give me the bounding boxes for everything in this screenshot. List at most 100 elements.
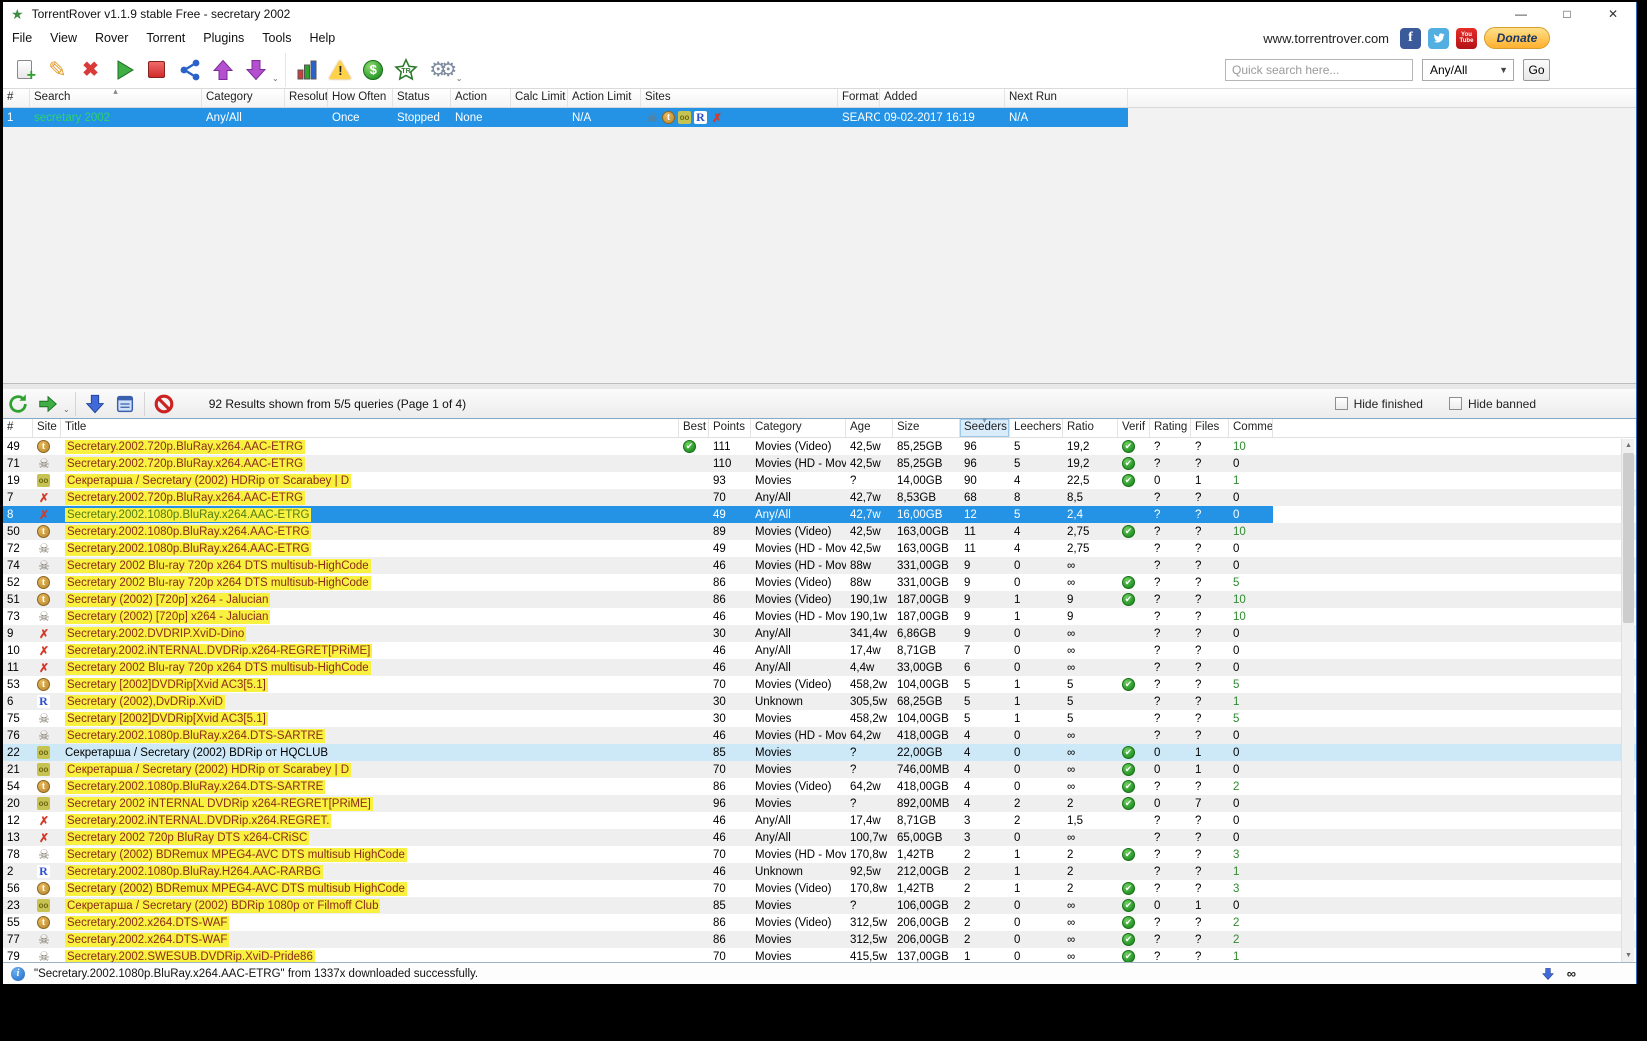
searches-col-category[interactable]: Category (202, 89, 285, 107)
stop-search-button[interactable] (140, 54, 173, 85)
result-row-76[interactable]: 76☠Secretary.2002.1080p.BluRay.x264.DTS-… (3, 727, 1636, 744)
toolbar-overflow2-icon[interactable]: ⌄ (456, 74, 463, 83)
result-row-71[interactable]: 71☠Secretary.2002.720p.BluRay.x264.AAC-E… (3, 455, 1636, 472)
results-col-seeders[interactable]: Seeders (960, 419, 1010, 437)
menu-view[interactable]: View (41, 27, 86, 49)
result-row-13[interactable]: 13✗Secretary 2002 720p BluRay DTS x264-C… (3, 829, 1636, 846)
run-search-button[interactable] (107, 54, 140, 85)
ban-button[interactable] (149, 390, 179, 417)
results-col-category[interactable]: Category (751, 419, 846, 437)
result-row-77[interactable]: 77☠Secretary.2002.x264.DTS-WAF86Movies31… (3, 931, 1636, 948)
results-col-col[interactable]: # (3, 419, 33, 437)
scrollbar-thumb[interactable] (1623, 453, 1634, 623)
cash-button[interactable]: $ (357, 54, 390, 85)
results-col-age[interactable]: Age (846, 419, 893, 437)
results-col-points[interactable]: Points (709, 419, 751, 437)
menu-file[interactable]: File (3, 27, 41, 49)
result-row-72[interactable]: 72☠Secretary.2002.1080p.BluRay.x264.AAC-… (3, 540, 1636, 557)
menu-help[interactable]: Help (300, 27, 344, 49)
result-row-53[interactable]: 53tSecretary [2002]DVDRip[Xvid AC3[5.1]7… (3, 676, 1636, 693)
hide-banned-checkbox[interactable]: Hide banned (1449, 397, 1536, 411)
searches-col-formats[interactable]: Formats (838, 89, 880, 107)
move-up-button[interactable] (206, 54, 239, 85)
torrentrover-logo-button[interactable]: TR (390, 54, 423, 85)
minimize-button[interactable]: — (1498, 2, 1544, 25)
results-col-leechers[interactable]: Leechers (1010, 419, 1063, 437)
results-col-size[interactable]: Size (893, 419, 960, 437)
download-button[interactable] (80, 390, 110, 417)
searches-col-calc-limit[interactable]: Calc Limit (511, 89, 568, 107)
results-col-comments[interactable]: Comments (1229, 419, 1273, 437)
searches-col-resolution[interactable]: Resolution (285, 89, 328, 107)
result-row-2[interactable]: 2RSecretary.2002.1080p.BluRay.H264.AAC-R… (3, 863, 1636, 880)
hide-finished-checkbox[interactable]: Hide finished (1335, 397, 1423, 411)
results-col-files[interactable]: Files (1191, 419, 1229, 437)
result-row-51[interactable]: 51tSecretary (2002) [720p] x264 - Jaluci… (3, 591, 1636, 608)
result-row-54[interactable]: 54tSecretary.2002.1080p.BluRay.x264.DTS-… (3, 778, 1636, 795)
alerts-button[interactable] (324, 54, 357, 85)
scroll-down-icon[interactable]: ▼ (1622, 949, 1635, 962)
menu-torrent[interactable]: Torrent (137, 27, 194, 49)
edit-search-button[interactable]: ✎ (41, 54, 74, 85)
result-row-79[interactable]: 79☠Secretary.2002.SWESUB.DVDRip.XviD-Pri… (3, 948, 1636, 962)
result-row-7[interactable]: 7✗Secretary.2002.720p.BluRay.x264.AAC-ET… (3, 489, 1636, 506)
menu-rover[interactable]: Rover (86, 27, 137, 49)
result-row-20[interactable]: 20ooSecretary 2002 iNTERNAL DVDRip x264-… (3, 795, 1636, 812)
result-row-19[interactable]: 19ooСекретарша / Secretary (2002) HDRip … (3, 472, 1636, 489)
search-row[interactable]: 1secretary 2002Any/AllOnceStoppedNoneN/A… (3, 108, 1636, 127)
result-row-49[interactable]: 49tSecretary.2002.720p.BluRay.x264.AAC-E… (3, 438, 1636, 455)
result-row-55[interactable]: 55tSecretary.2002.x264.DTS-WAF86Movies (… (3, 914, 1636, 931)
searches-col-status[interactable]: Status (393, 89, 451, 107)
close-button[interactable]: ✕ (1590, 2, 1636, 25)
delete-search-button[interactable]: ✖ (74, 54, 107, 85)
result-row-11[interactable]: 11✗Secretary 2002 Blu-ray 720p x264 DTS … (3, 659, 1636, 676)
twitter-icon[interactable] (1428, 28, 1449, 49)
results-scrollbar[interactable]: ▲ ▼ (1621, 439, 1634, 962)
results-col-ratio[interactable]: Ratio (1063, 419, 1118, 437)
result-row-22[interactable]: 22ooСекретарша / Secretary (2002) BDRip … (3, 744, 1636, 761)
quick-search-input[interactable] (1225, 59, 1413, 81)
category-dropdown[interactable]: Any/All ▼ (1422, 59, 1514, 81)
result-row-78[interactable]: 78☠Secretary (2002) BDRemux MPEG4-AVC DT… (3, 846, 1636, 863)
menu-tools[interactable]: Tools (253, 27, 300, 49)
share-button[interactable] (173, 54, 206, 85)
result-row-74[interactable]: 74☠Secretary 2002 Blu-ray 720p x264 DTS … (3, 557, 1636, 574)
searches-col-action-limit[interactable]: Action Limit (568, 89, 641, 107)
result-row-50[interactable]: 50tSecretary.2002.1080p.BluRay.x264.AAC-… (3, 523, 1636, 540)
result-row-6[interactable]: 6RSecretary (2002),DvDRip.XviD30Unknown3… (3, 693, 1636, 710)
searches-col-col[interactable]: # (3, 89, 30, 107)
continue-search-button[interactable] (33, 390, 63, 417)
result-row-12[interactable]: 12✗Secretary.2002.iNTERNAL.DVDRip.x264.R… (3, 812, 1636, 829)
results-col-rating[interactable]: Rating (1150, 419, 1191, 437)
result-row-8[interactable]: 8✗Secretary.2002.1080p.BluRay.x264.AAC-E… (3, 506, 1636, 523)
searches-col-sites[interactable]: Sites (641, 89, 838, 107)
result-row-52[interactable]: 52tSecretary 2002 Blu-ray 720p x264 DTS … (3, 574, 1636, 591)
searches-col-added[interactable]: Added (880, 89, 1005, 107)
results-col-title[interactable]: Title (61, 419, 679, 437)
statistics-button[interactable] (291, 54, 324, 85)
refresh-results-button[interactable] (3, 390, 33, 417)
move-down-button[interactable] (239, 54, 272, 85)
result-row-56[interactable]: 56tSecretary (2002) BDRemux MPEG4-AVC DT… (3, 880, 1636, 897)
toolbar-overflow-icon[interactable]: ⌄ (272, 74, 279, 83)
results-col-verif[interactable]: Verif (1118, 419, 1150, 437)
scroll-up-icon[interactable]: ▲ (1622, 439, 1635, 452)
result-row-21[interactable]: 21ooСекретарша / Secretary (2002) HDRip … (3, 761, 1636, 778)
searches-col-next-run[interactable]: Next Run (1005, 89, 1128, 107)
result-row-73[interactable]: 73☠Secretary (2002) [720p] x264 - Jaluci… (3, 608, 1636, 625)
searches-col-how-often[interactable]: How Often (328, 89, 393, 107)
settings-button[interactable]: ⚙⚙ (423, 54, 456, 85)
website-link[interactable]: www.torrentrover.com (1263, 31, 1389, 46)
go-button[interactable]: Go (1523, 59, 1550, 81)
continue-dropdown-icon[interactable]: ⌄ (63, 405, 70, 414)
result-row-23[interactable]: 23ooСекретарша / Secretary (2002) BDRip … (3, 897, 1636, 914)
result-row-9[interactable]: 9✗Secretary.2002.DVDRIP.XviD-Dino30Any/A… (3, 625, 1636, 642)
youtube-icon[interactable]: YouTube (1456, 28, 1477, 49)
details-button[interactable] (110, 390, 140, 417)
menu-plugins[interactable]: Plugins (194, 27, 253, 49)
result-row-10[interactable]: 10✗Secretary.2002.iNTERNAL.DVDRip.x264-R… (3, 642, 1636, 659)
add-search-button[interactable] (8, 54, 41, 85)
searches-col-search[interactable]: Search (30, 89, 202, 107)
searches-col-action[interactable]: Action (451, 89, 511, 107)
facebook-icon[interactable]: f (1400, 28, 1421, 49)
